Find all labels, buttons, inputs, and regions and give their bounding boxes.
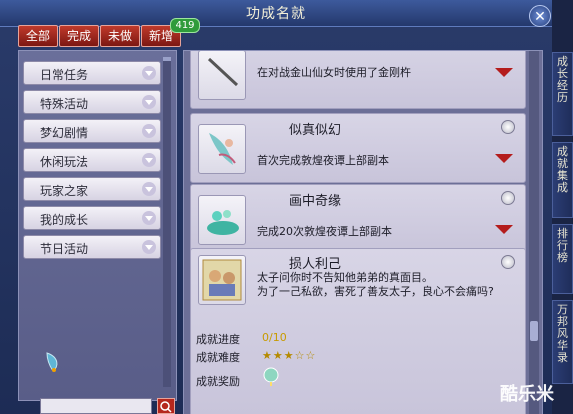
leaf-icon xyxy=(46,352,58,372)
achievement-desc: 在对战金山仙女时使用了金刚杵 xyxy=(257,66,411,79)
search-bar xyxy=(18,398,175,414)
sidebar-item-label: 玩家之家 xyxy=(40,184,89,198)
rtab-leaderboard[interactable]: 排行榜 xyxy=(552,224,573,294)
close-icon: ✕ xyxy=(534,9,546,25)
watermark-text: 酷乐米 xyxy=(500,384,554,405)
window-title: 功成名就 xyxy=(246,6,306,22)
chevron-down-icon xyxy=(142,182,156,196)
sidebar-item-growth[interactable]: 我的成长 xyxy=(23,206,161,230)
achievement-list: 在对战金山仙女时使用了金刚杵 似真似幻 首次完成敦煌夜谭上部副本 画中奇缘 完成… xyxy=(183,50,543,414)
achievement-name: 画中奇缘 xyxy=(289,194,342,209)
reward-row: 成就奖励 xyxy=(196,367,279,389)
sidebar-item-home[interactable]: 玩家之家 xyxy=(23,177,161,201)
difficulty-stars: ★★★☆☆ xyxy=(262,349,317,362)
new-count-badge: 419 xyxy=(170,18,200,33)
chevron-down-icon xyxy=(142,95,156,109)
title-bar: 功成名就 xyxy=(0,0,552,27)
expand-icon[interactable] xyxy=(495,225,513,234)
expand-icon[interactable] xyxy=(495,154,513,163)
difficulty-label: 成就难度 xyxy=(196,351,240,364)
chevron-down-icon xyxy=(142,211,156,225)
achievement-story: 太子问你时不告知他弟弟的真面目。 为了一己私欲，害死了善友太子，良心不会痛吗? xyxy=(257,271,517,299)
sidebar-item-label: 我的成长 xyxy=(40,213,89,227)
achievement-icon xyxy=(198,124,246,174)
tab-completed[interactable]: 完成 xyxy=(59,25,99,47)
search-button[interactable] xyxy=(157,398,175,414)
achievement-card-expanded[interactable]: 损人利己 太子问你时不告知他弟弟的真面目。 为了一己私欲，害死了善友太子，良心不… xyxy=(190,248,526,414)
sidebar-item-special[interactable]: 特殊活动 xyxy=(23,90,161,114)
sidebar-item-label: 日常任务 xyxy=(40,68,89,82)
progress-value: 0/10 xyxy=(262,331,287,344)
status-orb-icon xyxy=(501,255,515,269)
progress-row: 成就进度 0/10 xyxy=(196,331,287,347)
achievement-window: 功成名就 ✕ 全部 完成 未做 新增 419 日常任务 特殊活动 梦幻剧情 休闲… xyxy=(0,0,573,414)
achievement-card[interactable]: 在对战金山仙女时使用了金刚杵 xyxy=(190,51,526,109)
sidebar-item-label: 特殊活动 xyxy=(40,97,89,111)
list-scrollbar[interactable] xyxy=(529,51,539,414)
achievement-card[interactable]: 画中奇缘 完成20次敦煌夜谭上部副本 xyxy=(190,184,526,254)
rtab-achievement-collection[interactable]: 成就集成 xyxy=(552,142,573,218)
sidebar-item-label: 梦幻剧情 xyxy=(40,126,89,140)
staff-icon xyxy=(207,57,239,87)
reward-orb-icon[interactable] xyxy=(262,367,280,387)
close-button[interactable]: ✕ xyxy=(529,5,551,27)
fairy-icon xyxy=(209,133,236,165)
chevron-down-icon xyxy=(142,66,156,80)
progress-label: 成就进度 xyxy=(196,333,240,346)
sidebar-item-daily[interactable]: 日常任务 xyxy=(23,61,161,85)
list-scroll-thumb[interactable] xyxy=(530,321,538,341)
achievement-icon xyxy=(198,195,246,245)
achievement-desc: 完成20次敦煌夜谭上部副本 xyxy=(257,225,392,238)
difficulty-row: 成就难度 ★★★☆☆ xyxy=(196,349,315,365)
sidebar-item-label: 休闲玩法 xyxy=(40,155,89,169)
story-line-1: 太子问你时不告知他弟弟的真面目。 xyxy=(257,271,433,284)
sidebar-scrollbar[interactable] xyxy=(163,57,171,387)
achievement-name: 损人利己 xyxy=(289,257,342,272)
search-icon xyxy=(160,401,172,413)
portrait-icon xyxy=(202,259,242,301)
expand-icon[interactable] xyxy=(495,68,513,77)
sidebar-item-festival[interactable]: 节日活动 xyxy=(23,235,161,259)
achievement-card[interactable]: 似真似幻 首次完成敦煌夜谭上部副本 xyxy=(190,113,526,183)
tab-not-done[interactable]: 未做 xyxy=(100,25,140,47)
category-sidebar: 日常任务 特殊活动 梦幻剧情 休闲玩法 玩家之家 我的成长 节日活动 xyxy=(18,50,177,401)
tab-all[interactable]: 全部 xyxy=(18,25,58,47)
rtab-wanbang[interactable]: 万邦风华录 xyxy=(552,300,573,384)
sidebar-item-story[interactable]: 梦幻剧情 xyxy=(23,119,161,143)
chevron-down-icon xyxy=(142,240,156,254)
rtab-growth-history[interactable]: 成长经历 xyxy=(552,52,573,136)
sidebar-scroll-thumb[interactable] xyxy=(163,57,171,61)
search-input[interactable] xyxy=(40,398,152,414)
reward-label: 成就奖励 xyxy=(196,375,240,388)
chevron-down-icon xyxy=(142,124,156,138)
jade-plant-icon xyxy=(207,210,239,235)
achievement-icon xyxy=(198,255,246,305)
sidebar-item-leisure[interactable]: 休闲玩法 xyxy=(23,148,161,172)
status-orb-icon xyxy=(501,120,515,134)
right-nav: 成长经历 成就集成 排行榜 万邦风华录 xyxy=(552,0,573,414)
story-line-2: 为了一己私欲，害死了善友太子，良心不会痛吗? xyxy=(257,285,494,298)
sidebar-item-label: 节日活动 xyxy=(40,242,89,256)
status-orb-icon xyxy=(501,191,515,205)
achievement-icon xyxy=(198,51,246,100)
achievement-name: 似真似幻 xyxy=(289,123,342,138)
chevron-down-icon xyxy=(142,153,156,167)
achievement-desc: 首次完成敦煌夜谭上部副本 xyxy=(257,154,389,167)
